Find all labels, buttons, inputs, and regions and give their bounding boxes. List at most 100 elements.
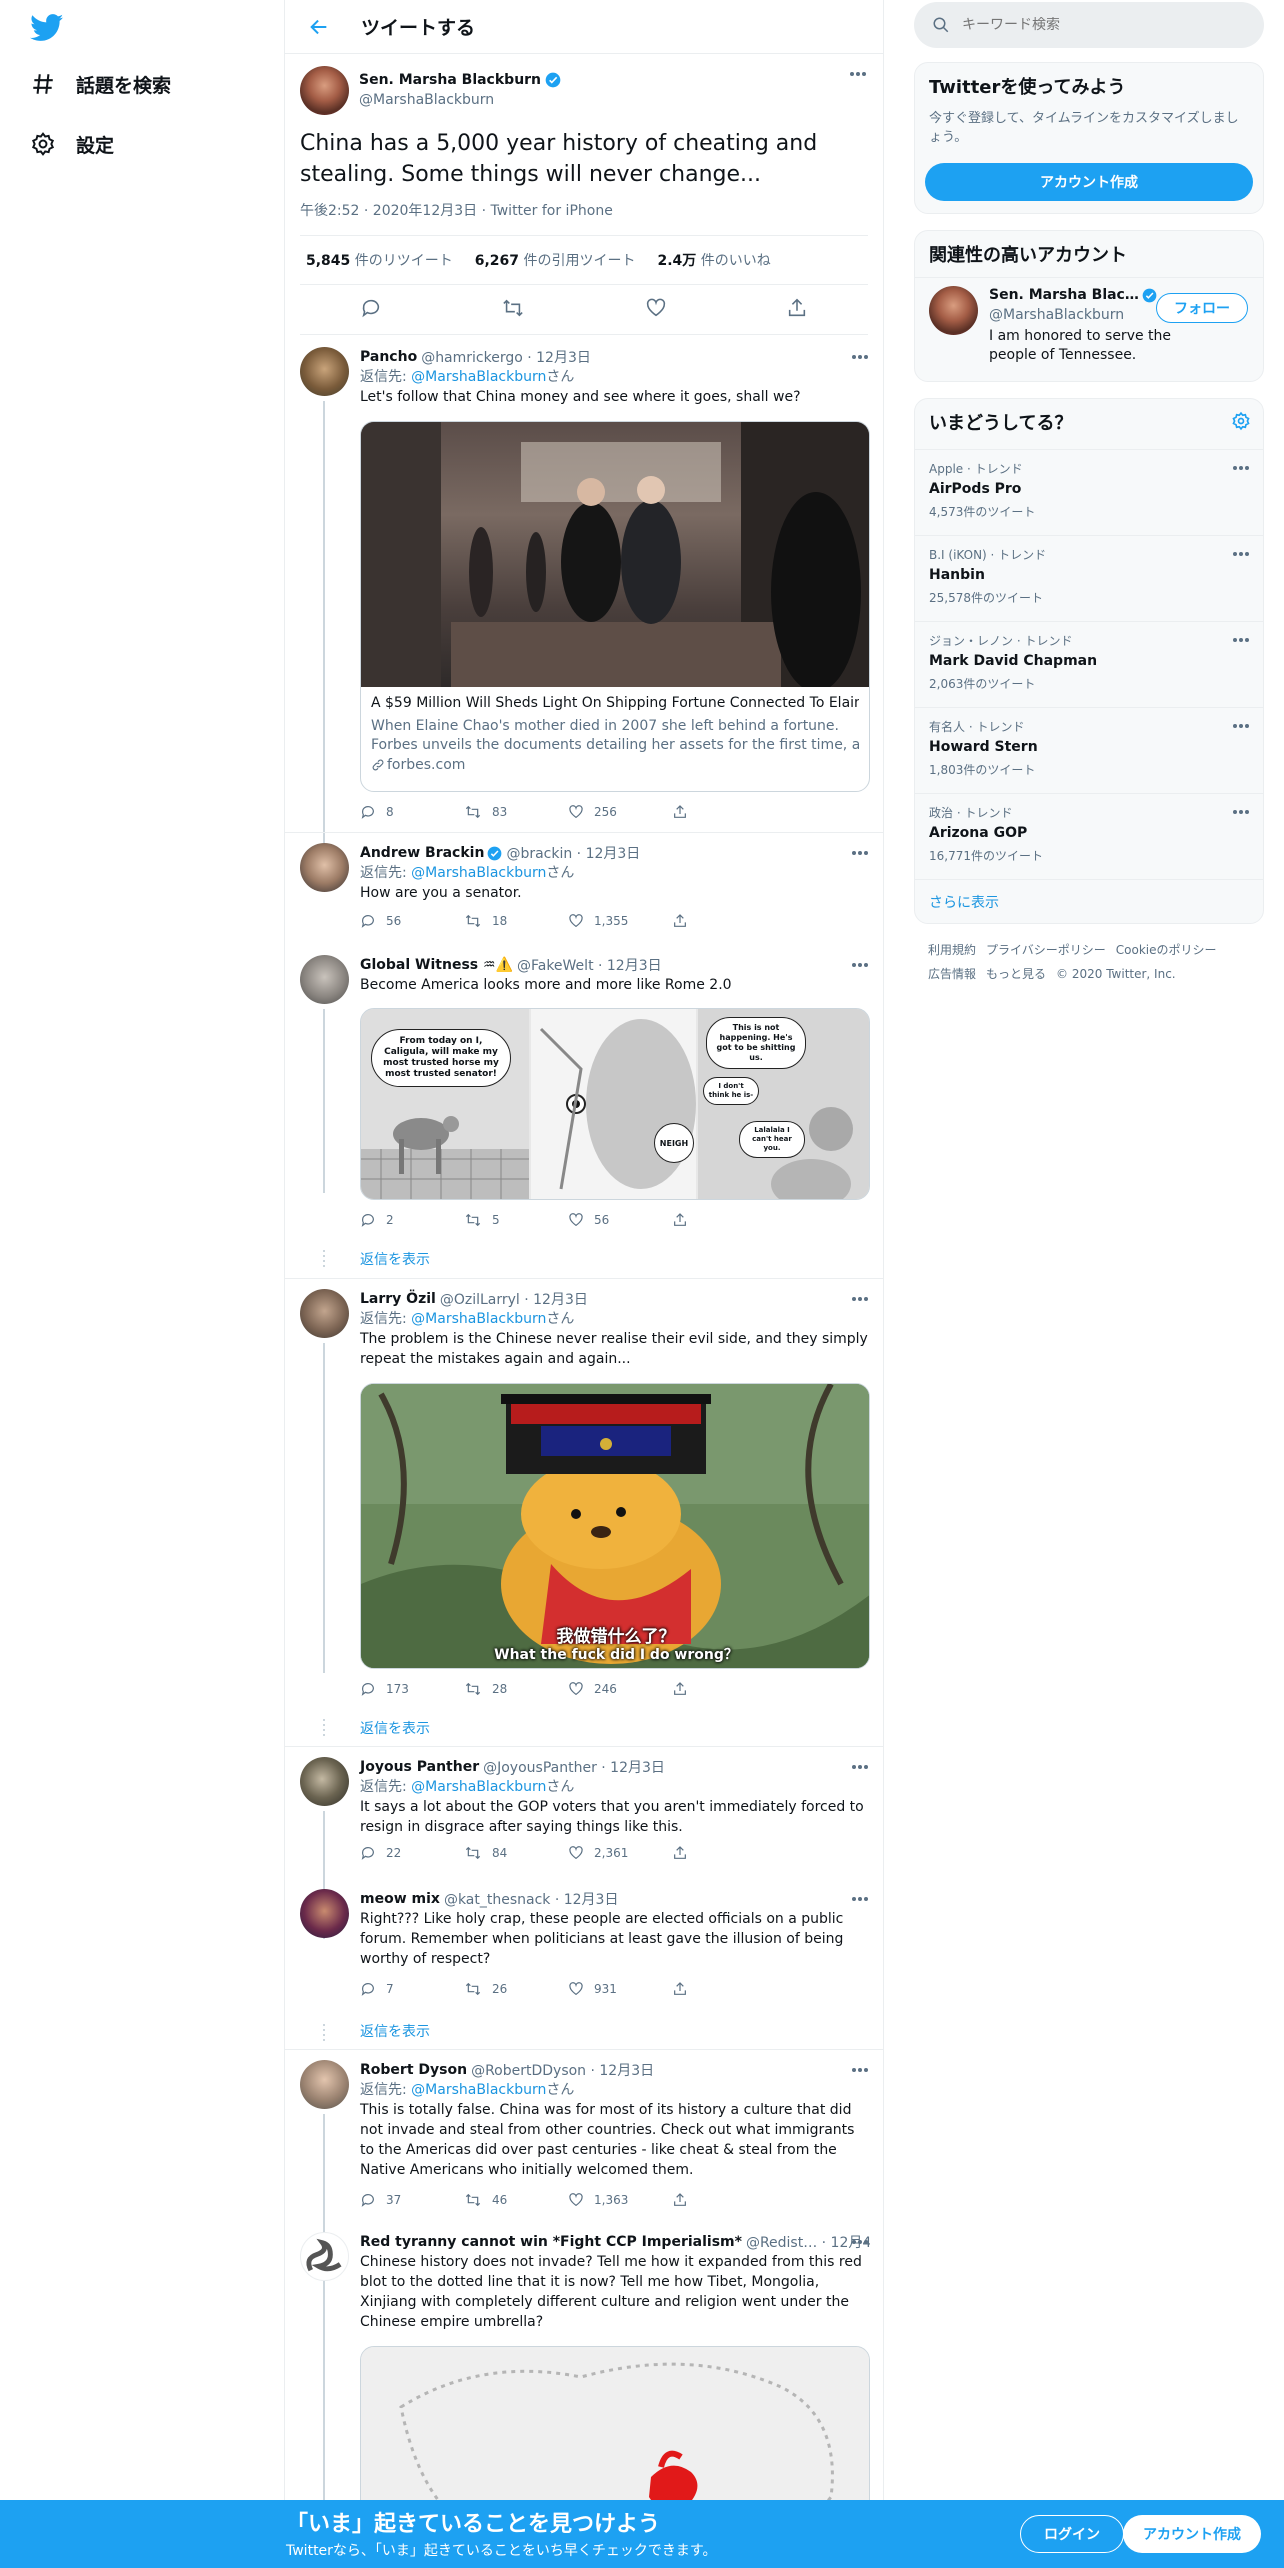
meme-image[interactable]: 我做错什么了？ What the fuck did I do wrong？: [360, 1383, 870, 1669]
more-options-icon[interactable]: [850, 843, 870, 863]
footer-link[interactable]: 利用規約: [928, 943, 976, 957]
tweet-timestamp[interactable]: 午後2:52 · 2020年12月3日 · Twitter for iPhone: [300, 200, 868, 235]
author-handle[interactable]: @JoyousPanther · 12月3日: [483, 1757, 665, 1777]
avatar[interactable]: [300, 2232, 349, 2281]
reply-tweet[interactable]: Andrew Brackin @brackin · 12月3日 返信先: @Ma…: [285, 833, 883, 943]
show-replies-link[interactable]: 返信を表示: [360, 2021, 430, 2041]
share-button[interactable]: [672, 913, 776, 929]
like-button[interactable]: 1,355: [568, 913, 672, 929]
retweet-button[interactable]: 83: [464, 804, 568, 820]
share-button[interactable]: [672, 1981, 776, 1997]
reply-button[interactable]: 173: [360, 1681, 464, 1697]
more-options-icon[interactable]: [848, 64, 868, 84]
trend-item[interactable]: B.I (iKON) · トレンド Hanbin 25,578件のツイート: [915, 535, 1263, 621]
more-options-icon[interactable]: [850, 955, 870, 975]
reply-button[interactable]: 7: [360, 1981, 464, 1997]
author-name[interactable]: Pancho: [360, 349, 417, 365]
avatar[interactable]: [929, 286, 978, 335]
trend-item[interactable]: 政治 · トレンド Arizona GOP 16,771件のツイート: [915, 793, 1263, 879]
author-name[interactable]: Joyous Panther: [360, 1759, 479, 1775]
share-button[interactable]: [672, 2192, 776, 2208]
footer-link[interactable]: もっと見る: [986, 967, 1046, 981]
avatar[interactable]: [300, 1289, 349, 1338]
avatar[interactable]: [300, 955, 349, 1004]
author-handle[interactable]: @kat_thesnack · 12月3日: [444, 1889, 619, 1909]
more-options-icon[interactable]: [850, 1889, 870, 1909]
link-card[interactable]: A $59 Million Will Sheds Light On Shippi…: [360, 421, 870, 792]
author-name[interactable]: Larry Özil: [360, 1291, 436, 1307]
more-options-icon[interactable]: [1231, 630, 1251, 650]
reply-button[interactable]: 8: [360, 804, 464, 820]
nav-explore[interactable]: 話題を検索: [30, 64, 171, 104]
avatar[interactable]: [300, 1757, 349, 1806]
like-button[interactable]: 931: [568, 1981, 672, 1997]
retweet-button[interactable]: 26: [464, 1981, 568, 1997]
avatar[interactable]: [300, 843, 349, 892]
share-icon[interactable]: [786, 297, 808, 323]
like-count[interactable]: 2.4万 件のいいね: [658, 250, 771, 270]
reply-button[interactable]: 37: [360, 2192, 464, 2208]
more-options-icon[interactable]: [850, 1289, 870, 1309]
trend-item[interactable]: Apple · トレンド AirPods Pro 4,573件のツイート: [915, 449, 1263, 535]
footer-link[interactable]: 広告情報: [928, 967, 976, 981]
more-options-icon[interactable]: [1231, 544, 1251, 564]
reply-tweet[interactable]: Robert Dyson @RobertDDyson · 12月3日 返信先: @…: [285, 2050, 883, 2286]
like-button[interactable]: 1,363: [568, 2192, 672, 2208]
author-handle[interactable]: @FakeWelt · 12月3日: [517, 955, 662, 975]
author-handle[interactable]: @MarshaBlackburn: [359, 92, 561, 108]
like-button[interactable]: 256: [568, 804, 672, 820]
search-input[interactable]: [962, 17, 1222, 33]
reply-button[interactable]: 2: [360, 1212, 464, 1228]
author-handle[interactable]: @hamrickergo · 12月3日: [421, 347, 591, 367]
author-handle[interactable]: @RobertDDyson · 12月3日: [471, 2060, 654, 2080]
quote-count[interactable]: 6,267 件の引用ツイート: [475, 250, 636, 270]
reply-tweet[interactable]: Larry Özil @OzilLarryl · 12月3日 返信先: @Mars…: [285, 1279, 883, 1745]
retweet-button[interactable]: 84: [464, 1845, 568, 1861]
author-handle[interactable]: @brackin · 12月3日: [506, 843, 640, 863]
like-button[interactable]: 56: [568, 1212, 672, 1228]
retweet-count[interactable]: 5,845 件のリツイート: [306, 250, 453, 270]
footer-link[interactable]: プライバシーポリシー: [986, 943, 1106, 957]
reply-button[interactable]: 56: [360, 913, 464, 929]
avatar[interactable]: [300, 2060, 349, 2109]
nav-settings[interactable]: 設定: [30, 124, 114, 164]
author-name[interactable]: Red tyranny cannot win *Fight CCP Imperi…: [360, 2234, 742, 2250]
reply-button[interactable]: 22: [360, 1845, 464, 1861]
reply-tweet[interactable]: Joyous Panther @JoyousPanther · 12月3日 返信先…: [285, 1747, 883, 1939]
signup-button[interactable]: アカウント作成: [1123, 2515, 1261, 2553]
retweet-button[interactable]: 28: [464, 1681, 568, 1697]
trend-item[interactable]: ジョン・レノン · トレンド Mark David Chapman 2,063件…: [915, 621, 1263, 707]
author-name[interactable]: Sen. Marsha Blackburn: [359, 72, 541, 88]
share-button[interactable]: [672, 1681, 776, 1697]
more-options-icon[interactable]: [850, 2060, 870, 2080]
share-button[interactable]: [672, 1845, 776, 1861]
show-more-trends-link[interactable]: さらに表示: [915, 879, 1263, 923]
more-options-icon[interactable]: [850, 347, 870, 367]
search-bar[interactable]: [914, 2, 1264, 48]
reply-icon[interactable]: [360, 297, 382, 323]
retweet-button[interactable]: 5: [464, 1212, 568, 1228]
reply-tweet[interactable]: Pancho @hamrickergo · 12月3日 返信先: @MarshaB…: [285, 337, 883, 871]
show-replies-link[interactable]: 返信を表示: [360, 1718, 430, 1738]
avatar[interactable]: [300, 65, 349, 115]
reply-tweet[interactable]: meow mix @kat_thesnack · 12月3日 Right??? L…: [285, 1879, 883, 2049]
author-name[interactable]: Andrew Brackin: [360, 845, 484, 861]
login-button[interactable]: ログイン: [1020, 2515, 1124, 2553]
related-name[interactable]: Sen. Marsha Blac…: [989, 287, 1139, 303]
show-replies-link[interactable]: 返信を表示: [360, 1249, 430, 1269]
more-options-icon[interactable]: [850, 1757, 870, 1777]
author-name[interactable]: Global Witness ♒⚠️: [360, 957, 513, 973]
author-name[interactable]: Robert Dyson: [360, 2062, 467, 2078]
retweet-icon[interactable]: [501, 297, 525, 323]
twitter-logo-icon[interactable]: [30, 14, 64, 42]
author-handle[interactable]: @OzilLarryl · 12月3日: [440, 1289, 588, 1309]
more-options-icon[interactable]: [1231, 458, 1251, 478]
footer-link[interactable]: Cookieのポリシー: [1116, 943, 1217, 957]
back-arrow-icon[interactable]: [301, 9, 337, 45]
share-button[interactable]: [672, 1212, 776, 1228]
comic-image[interactable]: From today on I, Caligula, will make my …: [360, 1008, 870, 1200]
more-options-icon[interactable]: [1231, 716, 1251, 736]
follow-button[interactable]: フォロー: [1156, 293, 1248, 323]
avatar[interactable]: [300, 347, 349, 396]
more-options-icon[interactable]: [1231, 802, 1251, 822]
